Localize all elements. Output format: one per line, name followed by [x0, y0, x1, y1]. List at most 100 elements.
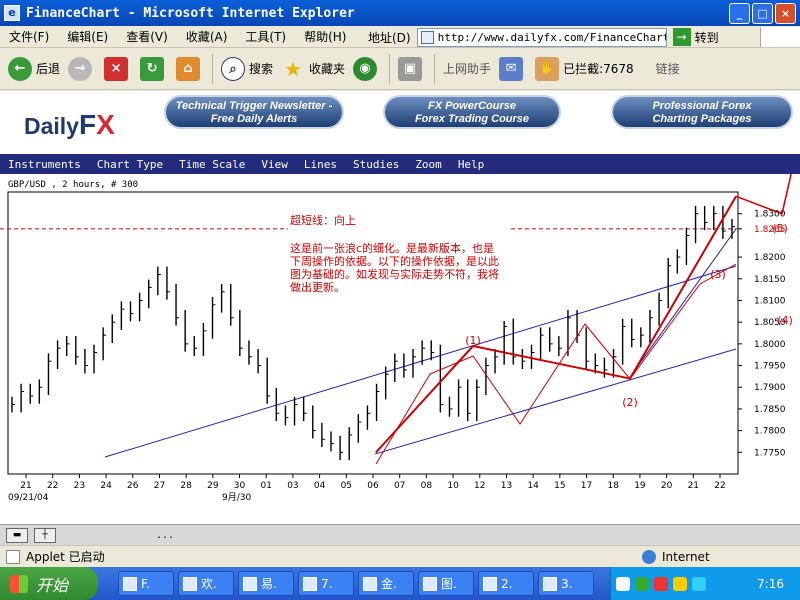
applet-status-dots: ...	[156, 529, 175, 541]
print-icon: ▣	[398, 56, 423, 81]
media-button[interactable]: ◉	[353, 56, 381, 81]
x-date-label: 09/21/04	[8, 493, 49, 503]
start-button[interactable]: 开始	[0, 567, 98, 600]
x-tick-label: 24	[100, 481, 112, 491]
go-button[interactable]: → 转到	[672, 28, 719, 46]
y-tick-label: 1.7900	[754, 383, 786, 393]
app-menu-help[interactable]: Help	[450, 158, 493, 171]
y-tick-label: 1.8200	[754, 253, 786, 263]
task-button[interactable]: F.	[118, 571, 174, 596]
task-button[interactable]: 2.	[478, 571, 534, 596]
antivirus-icon[interactable]	[654, 576, 668, 591]
blocker-button[interactable]: ✋ 已拦截:7678	[535, 56, 634, 81]
search-icon: ⌕	[221, 56, 246, 81]
toolbar-divider	[434, 53, 436, 84]
powercourse-banner[interactable]: FX PowerCourse Forex Trading Course	[383, 95, 561, 129]
links-button[interactable]: 链接	[656, 60, 680, 77]
x-tick-label: 18	[608, 481, 620, 491]
stop-button[interactable]: ×	[104, 56, 132, 81]
menu-favorites[interactable]: 收藏(A)	[177, 28, 237, 45]
app-menu-view[interactable]: View	[253, 158, 296, 171]
app-menu-lines[interactable]: Lines	[296, 158, 345, 171]
ie-icon: e	[4, 5, 20, 21]
annotation-body-line: 图为基础的。如发现与实际走势不符，我将	[290, 267, 499, 281]
volume-icon[interactable]	[692, 576, 706, 591]
newsletter-banner[interactable]: Technical Trigger Newsletter - Free Dail…	[164, 95, 344, 129]
dailyfx-logo[interactable]: DailyFX	[24, 109, 115, 141]
y-tick-label: 1.7850	[754, 405, 786, 415]
app-menu-instruments[interactable]: Instruments	[0, 158, 89, 171]
search-label: 搜索	[249, 62, 274, 76]
task-icon	[543, 576, 557, 591]
search-button[interactable]: ⌕ 搜索	[221, 56, 274, 81]
x-tick-label: 06	[367, 481, 379, 491]
minimize-button[interactable]: _	[729, 3, 750, 24]
star-icon: ★	[284, 56, 302, 81]
x-tick-label: 03	[287, 481, 298, 491]
app-menu-chart-type[interactable]: Chart Type	[89, 158, 171, 171]
toolbar-divider	[389, 53, 391, 84]
mail-button[interactable]: ✉	[499, 56, 527, 81]
home-button[interactable]: ⌂	[176, 56, 204, 81]
app-menu-studies[interactable]: Studies	[345, 158, 407, 171]
task-button[interactable]: 金.	[358, 571, 414, 596]
windows-logo	[760, 27, 800, 47]
maximize-button[interactable]: □	[752, 3, 773, 24]
refresh-button[interactable]: ↻	[140, 56, 168, 81]
task-icon	[423, 576, 437, 591]
x-tick-label: 04	[314, 481, 326, 491]
x-tick-label: 14	[527, 481, 539, 491]
applet-status-icon	[6, 549, 20, 564]
task-button[interactable]: 3.	[538, 571, 594, 596]
task-label: 图.	[441, 577, 457, 591]
forward-arrow-icon: →	[68, 56, 93, 81]
task-button[interactable]: 欢.	[178, 571, 234, 596]
status-bar: Applet 已启动 Internet	[0, 545, 800, 567]
y-tick-label: 1.8100	[754, 296, 786, 306]
menu-help[interactable]: 帮助(H)	[295, 28, 355, 45]
wave-label: (5)	[772, 222, 788, 235]
wave-label: (2)	[622, 396, 638, 409]
logo-fx-f: F	[78, 109, 97, 140]
task-icon	[303, 576, 317, 591]
address-bar: 地址(D) http://www.dailyfx.com/FinanceChar…	[368, 27, 748, 47]
menu-edit[interactable]: 编辑(E)	[58, 28, 117, 45]
window-title: FinanceChart - Microsoft Internet Explor…	[26, 5, 355, 21]
network-icon[interactable]	[635, 576, 649, 591]
task-button[interactable]: 易.	[238, 571, 294, 596]
x-date-label: 9月/30	[222, 492, 251, 503]
close-button[interactable]: ×	[775, 3, 796, 24]
x-tick-label: 15	[554, 481, 565, 491]
x-tick-label: 20	[661, 481, 673, 491]
charting-banner[interactable]: Professional Forex Charting Packages	[611, 95, 793, 129]
x-tick-label: 01	[261, 481, 272, 491]
x-tick-label: 23	[74, 481, 85, 491]
toolbar-divider	[212, 53, 214, 84]
back-button[interactable]: ← 后退	[8, 56, 60, 81]
menu-view[interactable]: 查看(V)	[117, 28, 177, 45]
print-button[interactable]: ▣	[398, 56, 426, 81]
app-menu-time-scale[interactable]: Time Scale	[171, 158, 253, 171]
x-tick-label: 08	[421, 481, 433, 491]
y-tick-label: 1.7950	[754, 362, 786, 372]
home-icon: ⌂	[176, 56, 201, 81]
task-button[interactable]: 7.	[298, 571, 354, 596]
task-button[interactable]: 图.	[418, 571, 474, 596]
favorites-button[interactable]: ★ 收藏夹	[281, 57, 345, 81]
wave-projection	[735, 144, 799, 215]
app-menu-zoom[interactable]: Zoom	[407, 158, 450, 171]
menu-file[interactable]: 文件(F)	[0, 28, 58, 45]
assistant-button[interactable]: 上网助手	[443, 60, 491, 77]
price-chart[interactable]: GBP/USD , 2 hours, # 3001.83001.82651.82…	[0, 144, 800, 524]
keyboard-icon[interactable]	[616, 576, 630, 591]
x-tick-label: 13	[501, 481, 512, 491]
address-input[interactable]: http://www.dailyfx.com/FinanceChart.	[416, 27, 667, 47]
chart-area[interactable]: GBP/USD , 2 hours, # 300 1.8300 1.8265 1.82…	[0, 144, 800, 524]
applet-tool-2[interactable]: ┼	[34, 527, 56, 543]
banner-line1: FX PowerCourse	[427, 100, 517, 112]
forward-button[interactable]: →	[68, 56, 96, 81]
messenger-icon[interactable]	[673, 576, 687, 591]
applet-tool-1[interactable]: ▬	[6, 527, 28, 543]
menu-tools[interactable]: 工具(T)	[236, 28, 295, 45]
y-tick-label: 1.8150	[754, 275, 786, 285]
